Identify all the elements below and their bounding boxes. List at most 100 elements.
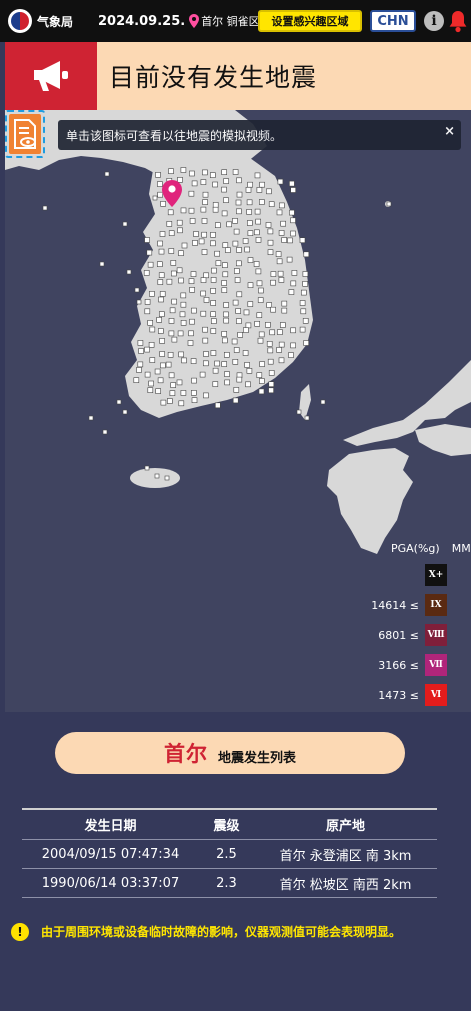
station-marker (168, 330, 175, 337)
table-row[interactable]: 1990/06/14 03:37:07 2.3 首尔 松坡区 南西 2km (22, 869, 437, 898)
station-marker (126, 269, 132, 275)
station-marker (232, 240, 239, 247)
earthquake-map[interactable]: 单击该图标可查看以往地震的模拟视频。 × PGA(%g) MMI X+ 14614… (5, 110, 471, 712)
station-marker (224, 379, 230, 386)
col-origin-header: 原产地 (325, 819, 365, 834)
station-marker (236, 208, 242, 215)
station-marker (160, 201, 166, 207)
list-title: 地震发生列表 (217, 750, 296, 766)
legend-row: 6801 ≤ Ⅷ (365, 624, 447, 646)
station-marker (201, 218, 208, 224)
station-marker (167, 398, 173, 404)
station-marker (102, 429, 108, 435)
station-marker (200, 290, 206, 297)
station-marker (168, 372, 175, 379)
station-marker (277, 329, 283, 335)
station-marker (257, 297, 264, 303)
station-marker (281, 237, 288, 243)
current-date: 2024.09.25. (98, 13, 186, 29)
city-selector[interactable]: 首尔 地震发生列表 (55, 732, 405, 774)
station-marker (155, 171, 161, 178)
legend-pga-value: 3166 ≤ (378, 658, 419, 672)
station-marker (176, 219, 183, 226)
station-marker (188, 330, 194, 337)
station-marker (215, 402, 221, 409)
station-marker (242, 350, 249, 356)
station-marker (160, 399, 167, 406)
station-marker (246, 199, 253, 206)
station-marker (255, 218, 261, 225)
station-marker (236, 191, 243, 198)
legend-header: PGA(%g) MMI (391, 542, 471, 555)
station-marker (147, 261, 154, 268)
station-marker (176, 267, 183, 274)
station-marker (157, 279, 164, 285)
station-marker (170, 260, 177, 266)
station-marker (193, 231, 199, 237)
station-marker (159, 291, 166, 297)
station-marker (212, 202, 219, 208)
station-marker (200, 179, 207, 185)
station-marker (189, 287, 195, 293)
agency-logo[interactable]: 气象局 (8, 9, 88, 33)
station-marker (210, 232, 216, 238)
history-video-button[interactable] (5, 110, 45, 158)
station-marker (171, 270, 177, 277)
station-marker (203, 297, 210, 303)
station-marker (148, 380, 154, 387)
station-marker (158, 248, 165, 255)
station-marker (247, 257, 254, 263)
tooltip-close-icon[interactable]: × (444, 124, 455, 139)
station-marker (180, 207, 187, 214)
station-marker (187, 340, 194, 346)
table-row[interactable]: 2004/09/15 07:47:34 2.5 首尔 永登浦区 南 3km (22, 840, 437, 869)
station-marker (278, 341, 285, 348)
station-marker (255, 237, 262, 243)
station-marker (276, 347, 282, 353)
station-marker (253, 261, 260, 267)
station-marker (203, 351, 209, 357)
station-marker (147, 320, 153, 326)
station-marker (215, 260, 222, 266)
station-marker (221, 287, 228, 293)
set-region-button[interactable]: 设置感兴趣区域 (258, 10, 362, 32)
legend-pga-value: 14614 ≤ (371, 598, 419, 612)
station-marker (166, 278, 173, 285)
station-marker (191, 307, 197, 314)
station-marker (244, 246, 250, 253)
station-marker (223, 302, 229, 308)
station-marker (242, 238, 249, 244)
station-marker (152, 195, 158, 201)
logo-text: 气象局 (37, 14, 74, 29)
station-marker (166, 221, 173, 227)
station-marker (303, 340, 310, 346)
col-date-header: 发生日期 (84, 819, 137, 834)
tsushima-shape (299, 384, 311, 420)
earthquake-list-panel: 首尔 地震发生列表 发生日期 震级 原产地 2004/09/15 07:47:3… (5, 712, 471, 1011)
station-marker (257, 337, 264, 344)
station-marker (303, 251, 310, 258)
station-marker (177, 330, 184, 337)
bell-icon[interactable] (448, 9, 468, 33)
current-location[interactable]: 首尔 铜雀区 (201, 13, 260, 29)
station-marker (171, 298, 177, 305)
station-marker (302, 281, 309, 287)
station-marker (286, 256, 293, 263)
station-marker (226, 221, 232, 228)
station-marker (233, 228, 240, 235)
row-date: 2004/09/15 07:47:34 (41, 846, 180, 862)
station-marker (258, 388, 265, 395)
station-marker (210, 350, 217, 356)
station-marker (180, 301, 187, 308)
station-marker (290, 187, 297, 193)
info-icon[interactable]: i (424, 11, 444, 31)
station-marker (148, 342, 155, 348)
station-marker (146, 249, 153, 256)
station-marker (144, 299, 151, 305)
station-marker (265, 322, 271, 328)
legend-pga-header: PGA(%g) (391, 542, 440, 555)
language-button[interactable]: CHN (370, 10, 416, 32)
station-marker (200, 277, 207, 283)
station-marker (190, 358, 197, 364)
tooltip-text: 单击该图标可查看以往地震的模拟视频。 (66, 128, 283, 143)
